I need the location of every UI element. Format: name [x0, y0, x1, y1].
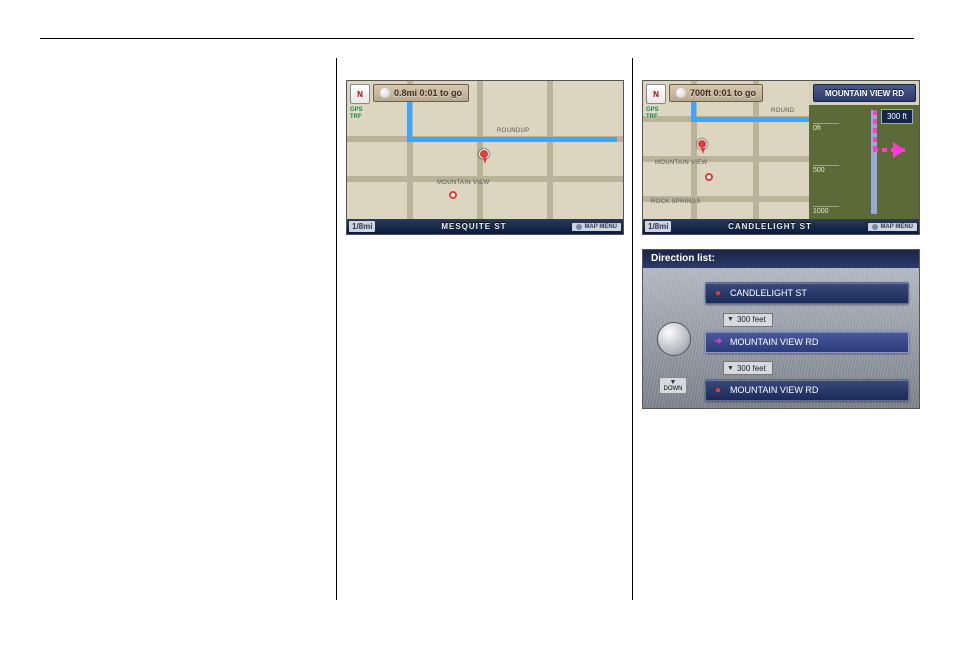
- current-street: CANDLELIGHT ST: [671, 222, 868, 231]
- scale-chip[interactable]: 1/8mi: [645, 221, 671, 232]
- map-menu-button[interactable]: MAP MENU: [572, 223, 621, 231]
- guidance-scale: 0ft 500 1000: [813, 123, 839, 215]
- eta-bar: 0.8mi 0:01 to go: [373, 84, 469, 102]
- vehicle-pin-icon: [479, 149, 489, 159]
- guidance-route-graphic: [851, 110, 901, 214]
- column-divider-1: [336, 58, 337, 600]
- direction-list-title: Direction list:: [643, 250, 919, 268]
- compass-icon: N: [350, 84, 370, 104]
- map-canvas: ROUND MOUNTAIN VIEW ROCK SPRINGS: [643, 81, 809, 234]
- turn-arrow-icon: [893, 142, 905, 158]
- map-bottom-bar: 1/8mi CANDLELIGHT ST MAP MENU: [643, 219, 919, 234]
- direction-row[interactable]: ● CANDLELIGHT ST: [705, 282, 909, 304]
- direction-row-label: MOUNTAIN VIEW RD: [730, 337, 818, 347]
- eta-text: 0.8mi 0:01 to go: [394, 88, 462, 98]
- turn-icon: ➜: [712, 336, 724, 348]
- nav-map-screenshot-right: ROUND MOUNTAIN VIEW ROCK SPRINGS MOUNTAI…: [642, 80, 920, 235]
- vehicle-pin-icon: [697, 139, 707, 149]
- gps-status-badge: GPS TRF: [646, 107, 659, 121]
- compass-icon: N: [646, 84, 666, 104]
- distance-tag: 300 feet: [723, 361, 773, 375]
- destination-icon: [449, 191, 457, 199]
- street-label-round: ROUND: [771, 108, 795, 114]
- street-label-mountain-view: MOUNTAIN VIEW: [437, 180, 489, 186]
- direction-row[interactable]: ➜ MOUNTAIN VIEW RD: [705, 331, 909, 353]
- distance-tag: 300 feet: [723, 313, 773, 327]
- scroll-down-button[interactable]: DOWN: [659, 377, 687, 394]
- street-label-mountain-view: MOUNTAIN VIEW: [655, 160, 707, 166]
- flag-icon: [676, 88, 686, 98]
- direction-rows: ● CANDLELIGHT ST 300 feet ➜ MOUNTAIN VIE…: [705, 282, 909, 405]
- map-menu-button[interactable]: MAP MENU: [868, 223, 917, 231]
- flag-icon: [380, 88, 390, 98]
- eta-bar: 700ft 0:01 to go: [669, 84, 763, 102]
- eta-text: 700ft 0:01 to go: [690, 88, 756, 98]
- destination-icon: [705, 173, 713, 181]
- direction-row[interactable]: ● MOUNTAIN VIEW RD: [705, 379, 909, 401]
- direction-list-panel: Direction list: DOWN ● CANDLELIGHT ST 30…: [642, 249, 920, 409]
- rotary-knob-icon[interactable]: [657, 322, 691, 356]
- next-road-bar: MOUNTAIN VIEW RD: [813, 84, 916, 102]
- direction-row-label: CANDLELIGHT ST: [730, 288, 807, 298]
- turn-guidance-panel: 300 ft 0ft 500 1000: [809, 105, 919, 219]
- column-divider-2: [632, 58, 633, 600]
- nav-map-screenshot-left: ROUNDUP MOUNTAIN VIEW N GPS TRF 0.8mi 0:…: [346, 80, 624, 235]
- street-label-roundup: ROUNDUP: [497, 128, 529, 134]
- map-canvas: ROUNDUP MOUNTAIN VIEW: [347, 81, 623, 234]
- direction-row-label: MOUNTAIN VIEW RD: [730, 385, 818, 395]
- top-rule: [40, 38, 914, 39]
- scale-chip[interactable]: 1/8mi: [349, 221, 375, 232]
- street-label-rock-springs: ROCK SPRINGS: [651, 199, 701, 205]
- waypoint-icon: ●: [712, 287, 724, 299]
- current-street: MESQUITE ST: [375, 222, 572, 231]
- map-bottom-bar: 1/8mi MESQUITE ST MAP MENU: [347, 219, 623, 234]
- gps-status-badge: GPS TRF: [350, 107, 363, 121]
- destination-icon: ●: [712, 384, 724, 396]
